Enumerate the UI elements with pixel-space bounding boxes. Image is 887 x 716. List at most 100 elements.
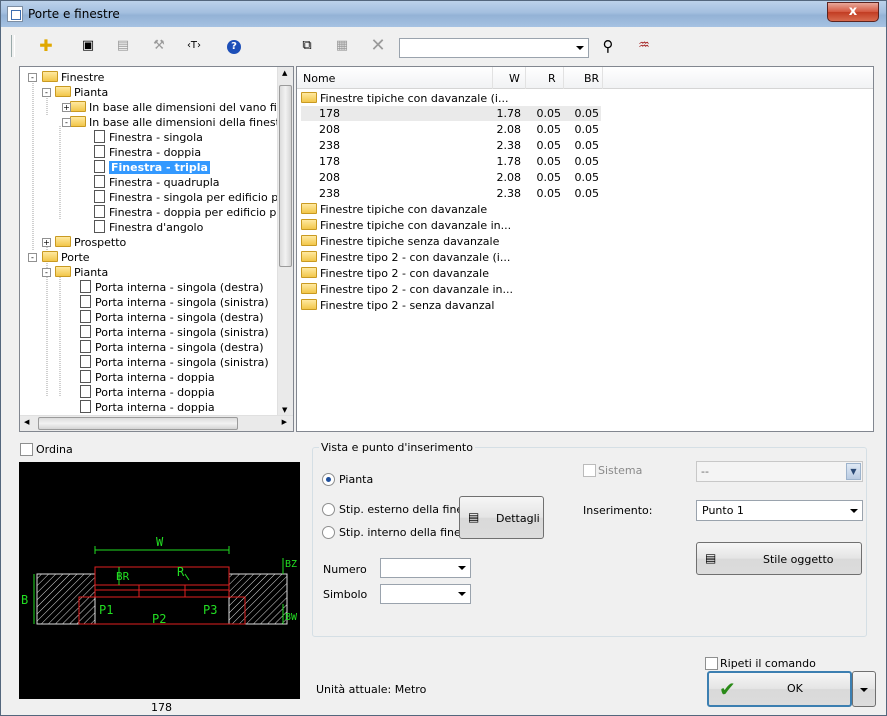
column-r[interactable]: R bbox=[548, 72, 556, 85]
expand-icon[interactable]: + bbox=[62, 103, 71, 112]
radio-stip-esterno[interactable] bbox=[322, 503, 335, 516]
search-combo[interactable] bbox=[399, 38, 589, 58]
list-folder[interactable]: Finestre tipo 2 - senza davanzal bbox=[301, 298, 494, 313]
chevron-down-icon bbox=[458, 592, 466, 596]
collapse-icon[interactable]: - bbox=[42, 268, 51, 277]
list-row[interactable]: 208 2.08 0.05 0.05 bbox=[301, 122, 601, 137]
tree-scroll-thumb[interactable] bbox=[279, 85, 292, 267]
document-icon bbox=[80, 310, 91, 323]
chevron-down-icon: ▼ bbox=[846, 463, 861, 480]
simbolo-label: Simbolo bbox=[323, 588, 368, 601]
tree-hscroll-thumb[interactable] bbox=[38, 417, 238, 430]
list-row-name: 208 bbox=[319, 123, 340, 136]
tree-item[interactable]: Porta interna - singola (destra) bbox=[80, 340, 264, 355]
list-row[interactable]: 178 1.78 0.05 0.05 bbox=[301, 154, 601, 169]
sistema-combo[interactable]: -- ▼ bbox=[696, 461, 863, 482]
tree-item[interactable]: Porta interna - doppia bbox=[80, 385, 215, 400]
tree-item[interactable]: In base alle dimensioni della finestra bbox=[70, 115, 291, 130]
tree-item[interactable]: Finestra - quadrupla bbox=[94, 175, 220, 190]
tree-horizontal-scrollbar[interactable]: ◀ ▶ bbox=[20, 415, 293, 431]
column-w[interactable]: W bbox=[509, 72, 520, 85]
tree-item[interactable]: Porta interna - singola (sinistra) bbox=[80, 355, 269, 370]
search-icon[interactable]: ⚲ bbox=[597, 35, 619, 57]
tree-item[interactable]: Porta interna - singola (sinistra) bbox=[80, 295, 269, 310]
collapse-icon[interactable]: - bbox=[42, 88, 51, 97]
tree-item[interactable]: Porta interna - singola (sinistra) bbox=[80, 325, 269, 340]
list-row[interactable]: 238 2.38 0.05 0.05 bbox=[301, 186, 601, 201]
folder-icon bbox=[301, 219, 317, 230]
radio-pianta[interactable] bbox=[322, 473, 335, 486]
tree-item[interactable]: Pianta bbox=[55, 85, 108, 100]
tree-item[interactable]: Porta interna - doppia bbox=[80, 370, 215, 385]
ok-button[interactable]: ✔ OK bbox=[707, 671, 852, 707]
scroll-left-icon[interactable]: ◀ bbox=[24, 418, 29, 426]
sistema-checkbox[interactable] bbox=[583, 464, 596, 477]
column-br[interactable]: BR bbox=[584, 72, 599, 85]
tree-item[interactable]: Porta interna - singola (destra) bbox=[80, 280, 264, 295]
list-row[interactable]: 238 2.38 0.05 0.05 bbox=[301, 138, 601, 153]
ordina-checkbox[interactable] bbox=[20, 443, 33, 456]
tree-item[interactable]: Finestre bbox=[42, 70, 104, 85]
tree-item[interactable]: Prospetto bbox=[55, 235, 126, 250]
close-button[interactable]: x bbox=[827, 2, 879, 22]
ripeti-checkbox[interactable] bbox=[705, 657, 718, 670]
scroll-down-icon[interactable]: ▼ bbox=[282, 406, 287, 414]
list-row[interactable]: 208 2.08 0.05 0.05 bbox=[301, 170, 601, 185]
scroll-right-icon[interactable]: ▶ bbox=[282, 418, 287, 426]
tree-item[interactable]: In base alle dimensioni del vano finestr… bbox=[70, 100, 293, 115]
checkmark-icon: ✔ bbox=[719, 677, 736, 701]
ok-dropdown-button[interactable] bbox=[852, 671, 876, 707]
list-folder-label: Finestre tipo 2 - con davanzale in... bbox=[320, 283, 513, 296]
stile-oggetto-button[interactable]: ▤ Stile oggetto bbox=[696, 542, 862, 575]
column-nome[interactable]: Nome bbox=[303, 72, 335, 85]
list-folder[interactable]: Finestre tipo 2 - con davanzale bbox=[301, 266, 489, 281]
properties-icon[interactable]: ▣ bbox=[77, 35, 99, 57]
list-folder[interactable]: Finestre tipiche con davanzale in... bbox=[301, 218, 511, 233]
inserimento-combo[interactable]: Punto 1 bbox=[696, 500, 863, 521]
tree-item[interactable]: Porte bbox=[42, 250, 90, 265]
tree-item[interactable]: Finestra - doppia per edificio pubblico bbox=[94, 205, 293, 220]
catalog-tree[interactable]: Finestre - Pianta - In base alle dimensioni … bbox=[19, 66, 294, 432]
tree-item[interactable]: Pianta bbox=[55, 265, 108, 280]
numero-label: Numero bbox=[323, 563, 367, 576]
tree-item[interactable]: Finestra d'angolo bbox=[94, 220, 203, 235]
copy-icon[interactable]: ⧉ bbox=[296, 35, 318, 57]
folder-icon bbox=[55, 236, 71, 247]
radio-stip-interno[interactable] bbox=[322, 526, 335, 539]
numero-combo[interactable] bbox=[380, 558, 471, 578]
list-row[interactable]: 178 1.78 0.05 0.05 bbox=[301, 106, 601, 121]
toolbar-grip[interactable] bbox=[11, 35, 15, 57]
collapse-icon[interactable]: - bbox=[28, 73, 37, 82]
tree-item[interactable]: Finestra - singola per edificio pubblico bbox=[94, 190, 293, 205]
tree-item[interactable]: Finestra - singola bbox=[94, 130, 203, 145]
scroll-up-icon[interactable]: ▲ bbox=[282, 69, 287, 77]
list-folder[interactable]: Finestre tipo 2 - con davanzale in... bbox=[301, 282, 513, 297]
document-icon bbox=[80, 295, 91, 308]
tree-item[interactable]: Porta interna - singola (destra) bbox=[80, 310, 264, 325]
list-folder[interactable]: Finestre tipo 2 - con davanzale (i... bbox=[301, 250, 510, 265]
list-folder[interactable]: Finestre tipiche con davanzale bbox=[301, 202, 487, 217]
text-tag-icon[interactable]: ‹T› bbox=[183, 35, 205, 57]
dettagli-button[interactable]: ▤ Dettagli bbox=[459, 496, 544, 539]
expand-icon[interactable]: + bbox=[42, 238, 51, 247]
help-icon[interactable]: ? bbox=[223, 35, 245, 57]
tree-item[interactable]: Finestra - tripla bbox=[94, 160, 210, 175]
delete-icon[interactable]: ✕ bbox=[367, 35, 389, 57]
list-open-folder[interactable]: Finestre tipiche con davanzale (i... bbox=[301, 91, 508, 106]
element-list[interactable]: Nome W R BR Finestre tipiche con davanza… bbox=[296, 66, 874, 432]
list-folder[interactable]: Finestre tipiche senza davanzale bbox=[301, 234, 499, 249]
find-binoculars-icon[interactable]: ♒ bbox=[633, 35, 655, 57]
document-icon bbox=[80, 385, 91, 398]
tree-vertical-scrollbar[interactable]: ▲ ▼ bbox=[277, 67, 293, 416]
table-icon[interactable]: ▦ bbox=[331, 35, 353, 57]
collapse-icon[interactable]: - bbox=[62, 118, 71, 127]
list-icon[interactable]: ▤ bbox=[112, 35, 134, 57]
add-icon[interactable]: ✚ bbox=[35, 35, 57, 57]
tree-item[interactable]: Finestra - doppia bbox=[94, 145, 201, 160]
list-row-name: 208 bbox=[319, 171, 340, 184]
tools-icon[interactable]: ⚒ bbox=[148, 35, 170, 57]
list-folder-label: Finestre tipiche con davanzale bbox=[320, 203, 488, 216]
simbolo-combo[interactable] bbox=[380, 584, 471, 604]
tree-item[interactable]: Porta interna - doppia bbox=[80, 400, 215, 415]
collapse-icon[interactable]: - bbox=[28, 253, 37, 262]
